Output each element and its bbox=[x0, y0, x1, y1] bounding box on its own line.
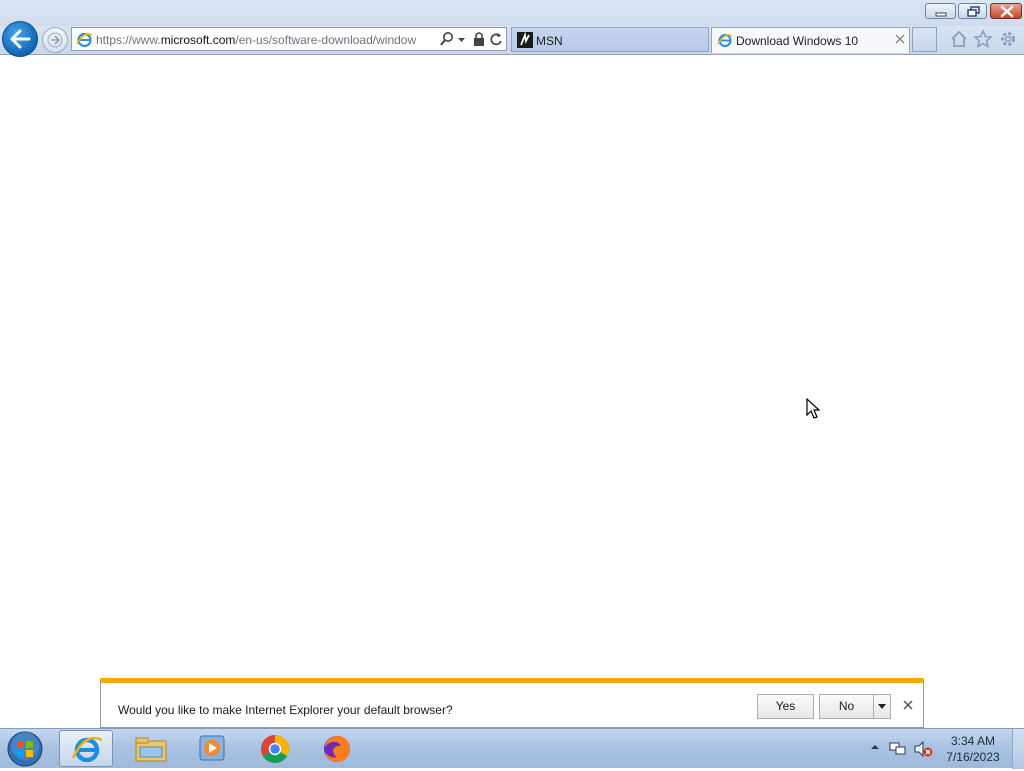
no-options-dropdown[interactable] bbox=[873, 694, 891, 719]
tab-download-windows-10[interactable]: Download Windows 10 bbox=[711, 27, 910, 53]
title-bar bbox=[0, 0, 1024, 26]
dropdown-arrow-icon[interactable] bbox=[458, 31, 466, 47]
internet-explorer-icon bbox=[71, 736, 103, 763]
restore-icon bbox=[967, 6, 980, 17]
close-icon bbox=[1000, 5, 1014, 18]
minimize-button[interactable] bbox=[925, 3, 956, 19]
url-domain: microsoft.com bbox=[160, 33, 236, 47]
no-button[interactable]: No bbox=[819, 694, 874, 719]
clock-time: 3:34 AM bbox=[950, 734, 996, 748]
favorites-star-icon[interactable] bbox=[973, 29, 993, 49]
settings-gear-icon[interactable] bbox=[998, 29, 1018, 49]
notification-close-icon[interactable] bbox=[902, 699, 914, 711]
chrome-icon bbox=[261, 735, 289, 763]
lock-icon[interactable] bbox=[473, 31, 485, 47]
taskbar-file-explorer[interactable] bbox=[124, 730, 178, 767]
address-url[interactable]: https://www.microsoft.com/en-us/software… bbox=[96, 33, 436, 47]
ie-page-icon bbox=[76, 32, 93, 48]
back-arrow-icon bbox=[10, 29, 31, 49]
tab-msn[interactable]: MSN bbox=[511, 27, 709, 52]
tab-close-icon[interactable] bbox=[894, 32, 906, 46]
file-explorer-icon bbox=[135, 737, 167, 762]
network-icon[interactable] bbox=[889, 741, 907, 757]
tab-msn-label: MSN bbox=[536, 34, 563, 48]
system-clock[interactable]: 3:34 AM 7/16/2023 bbox=[940, 733, 1006, 765]
back-button[interactable] bbox=[2, 21, 38, 57]
taskbar-chrome[interactable] bbox=[248, 730, 302, 767]
url-path: /en-us/software-download/window bbox=[235, 33, 417, 47]
new-tab-button[interactable] bbox=[912, 27, 937, 52]
page-content bbox=[0, 55, 1024, 678]
volume-muted-icon[interactable] bbox=[913, 741, 933, 757]
forward-arrow-icon bbox=[47, 32, 63, 48]
taskbar-internet-explorer[interactable] bbox=[59, 730, 113, 767]
taskbar-media-player[interactable] bbox=[186, 730, 240, 767]
default-browser-notification: Would you like to make Internet Explorer… bbox=[100, 678, 924, 728]
search-icon[interactable] bbox=[440, 31, 454, 47]
taskbar: 3:34 AM 7/16/2023 bbox=[0, 728, 1024, 769]
ie-page-icon bbox=[717, 34, 733, 47]
firefox-icon bbox=[324, 736, 351, 762]
tab-download-windows-10-label: Download Windows 10 bbox=[736, 34, 859, 48]
clock-date: 7/16/2023 bbox=[946, 750, 1000, 764]
address-bar[interactable]: https://www.microsoft.com/en-us/software… bbox=[71, 27, 507, 51]
show-hidden-icons-icon[interactable] bbox=[870, 741, 880, 753]
notification-message: Would you like to make Internet Explorer… bbox=[118, 703, 453, 717]
forward-button[interactable] bbox=[42, 27, 68, 53]
url-prefix: https://www. bbox=[96, 33, 161, 47]
mouse-cursor-icon bbox=[806, 398, 820, 419]
chevron-down-icon bbox=[878, 704, 886, 709]
start-button[interactable] bbox=[6, 730, 44, 768]
navigation-bar: https://www.microsoft.com/en-us/software… bbox=[0, 21, 1024, 57]
restore-button[interactable] bbox=[958, 3, 987, 19]
home-icon[interactable] bbox=[949, 29, 969, 49]
close-window-button[interactable] bbox=[990, 3, 1022, 19]
show-desktop-button[interactable] bbox=[1012, 729, 1024, 769]
msn-icon bbox=[517, 32, 533, 48]
refresh-icon[interactable] bbox=[489, 31, 503, 47]
taskbar-firefox[interactable] bbox=[310, 730, 364, 767]
media-player-icon bbox=[199, 735, 225, 761]
minimize-icon bbox=[935, 12, 947, 17]
yes-button[interactable]: Yes bbox=[757, 694, 814, 719]
windows-logo-icon bbox=[7, 731, 43, 767]
